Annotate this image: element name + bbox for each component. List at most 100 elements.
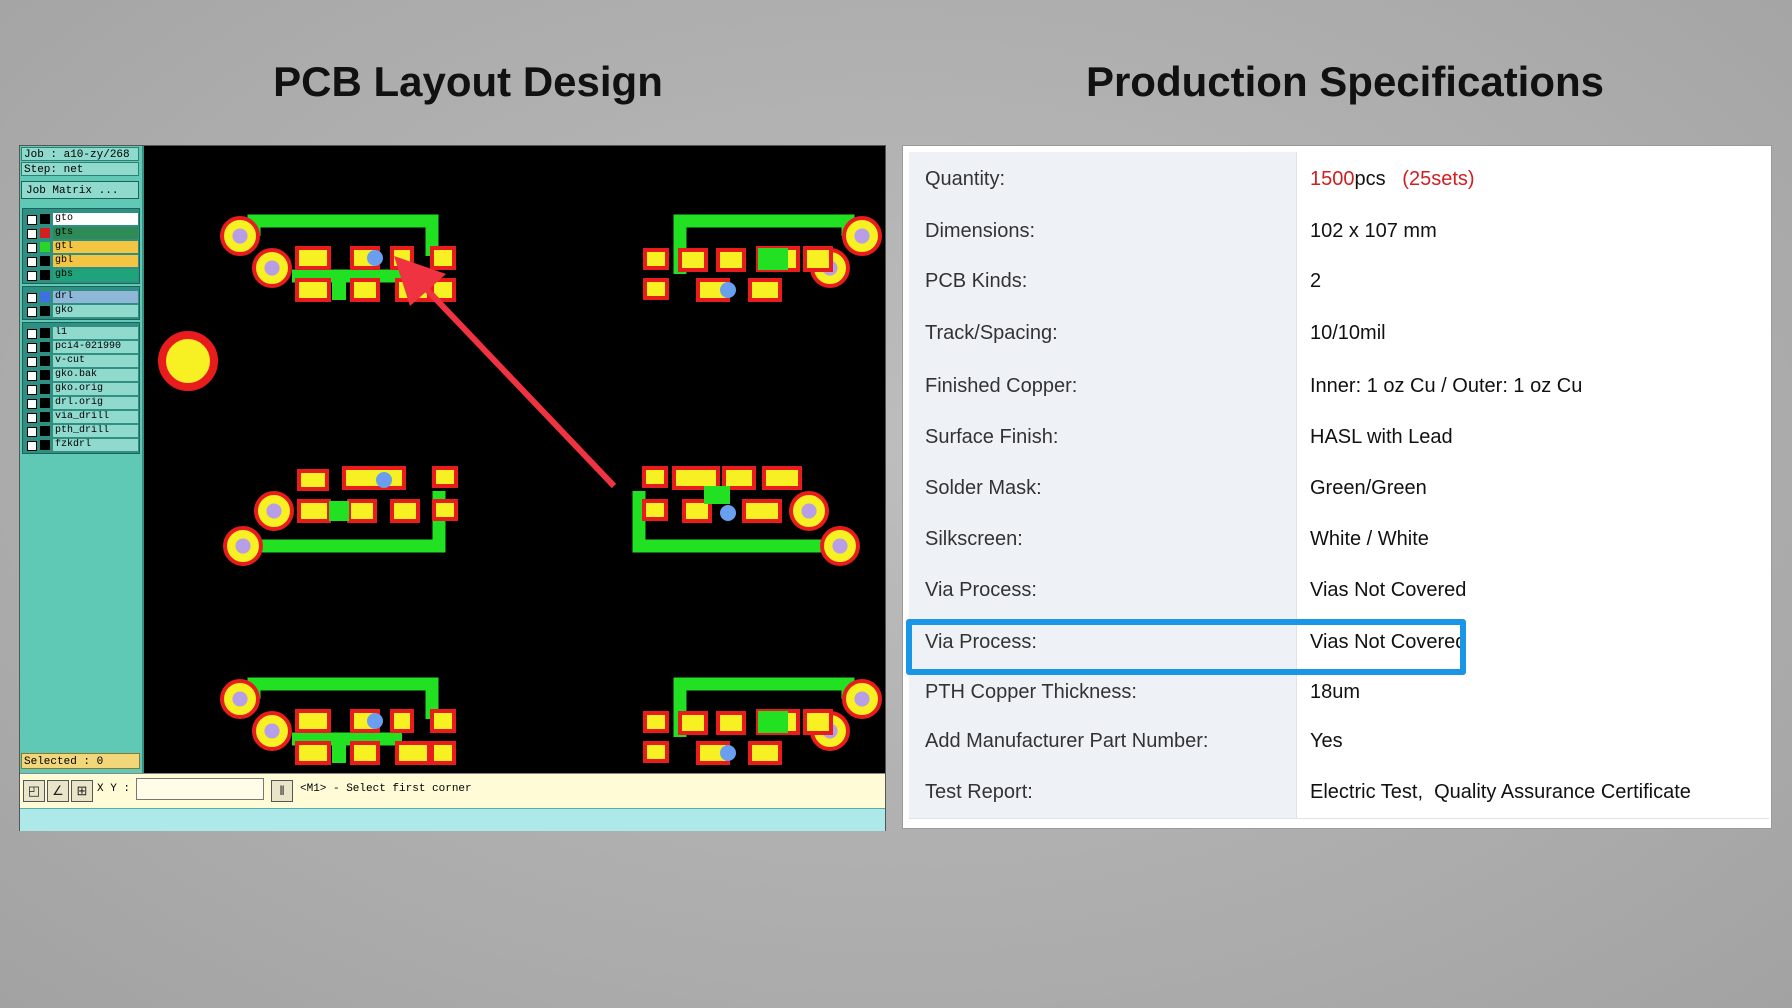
xy-input[interactable] xyxy=(136,778,264,800)
pcb-pad xyxy=(295,246,331,270)
layer-checkbox[interactable] xyxy=(27,441,37,451)
spec-label: Track/Spacing: xyxy=(909,306,1297,360)
spec-value: Vias Not Covered xyxy=(1297,564,1769,616)
layer-color-swatch xyxy=(40,214,50,224)
grid-icon[interactable]: ⊞ xyxy=(71,780,93,802)
layer-checkbox[interactable] xyxy=(27,229,37,239)
spec-row: PTH Copper Thickness: 18um xyxy=(909,668,1769,717)
layer-checkbox[interactable] xyxy=(27,357,37,367)
spec-row: Add Manufacturer Part Number: Yes xyxy=(909,716,1769,767)
pcb-via xyxy=(720,282,736,298)
pcb-pad xyxy=(722,466,756,490)
pcb-pad xyxy=(432,466,458,488)
pcb-drill-hole xyxy=(801,503,817,519)
pcb-drill-hole xyxy=(232,691,248,707)
pcb-pad xyxy=(430,246,456,270)
xy-label: X Y : xyxy=(97,783,131,795)
quantity-text: pcs xyxy=(1354,167,1403,190)
spec-value: HASL with Lead xyxy=(1297,412,1769,462)
layer-row-gts[interactable]: gts xyxy=(23,226,139,240)
layer-color-swatch xyxy=(40,440,50,450)
spec-label: Add Manufacturer Part Number: xyxy=(909,716,1297,766)
quantity-highlight-text: 1500 xyxy=(1310,167,1355,190)
spec-value: 102 x 107 mm xyxy=(1297,206,1769,256)
cad-status-bar: ◰ ∠ ⊞ X Y : ‖ <M1> - Select first corner xyxy=(20,773,885,808)
layer-row-gto[interactable]: gto xyxy=(23,212,139,226)
measure-icon[interactable]: ∠ xyxy=(47,780,69,802)
layer-checkbox[interactable] xyxy=(27,329,37,339)
spec-value: Electric Test, Quality Assurance Certifi… xyxy=(1297,766,1769,818)
spec-label: Test Report: xyxy=(909,766,1297,818)
layer-name: gbl xyxy=(53,255,138,267)
pcb-canvas[interactable] xyxy=(144,146,884,773)
layer-row-gko[interactable]: gko xyxy=(23,304,139,318)
pcb-pad xyxy=(432,499,458,521)
layer-checkbox[interactable] xyxy=(27,293,37,303)
pcb-pad xyxy=(642,499,668,521)
layer-checkbox[interactable] xyxy=(27,371,37,381)
spec-label: Solder Mask: xyxy=(909,462,1297,514)
layer-checkbox[interactable] xyxy=(27,243,37,253)
pcb-pad xyxy=(395,741,431,765)
layer-checkbox[interactable] xyxy=(27,385,37,395)
layer-color-swatch xyxy=(40,384,50,394)
spec-value: Inner: 1 oz Cu / Outer: 1 oz Cu xyxy=(1297,360,1769,412)
pcb-pad xyxy=(716,248,746,272)
layer-row-l1[interactable]: l1 xyxy=(23,326,139,340)
pcb-pad xyxy=(672,466,720,490)
layer-color-swatch xyxy=(40,398,50,408)
layer-row-drl-orig[interactable]: drl.orig xyxy=(23,396,139,410)
pcb-pad xyxy=(742,499,782,523)
pcb-drill-hole xyxy=(235,538,251,554)
cad-bottom-bar xyxy=(20,808,885,831)
layer-row-gko-bak[interactable]: gko.bak xyxy=(23,368,139,382)
layer-row-gko-orig[interactable]: gko.orig xyxy=(23,382,139,396)
spec-value: Yes xyxy=(1297,716,1769,766)
layer-name: v-cut xyxy=(53,355,138,367)
layer-color-swatch xyxy=(40,242,50,252)
layer-name: pci4-021990 xyxy=(53,341,138,353)
layer-row-gbs[interactable]: gbs xyxy=(23,268,139,282)
pause-icon[interactable]: ‖ xyxy=(271,780,293,802)
layer-row-via-drill[interactable]: via_drill xyxy=(23,410,139,424)
select-icon[interactable]: ◰ xyxy=(23,780,45,802)
layer-name: gbs xyxy=(53,269,138,281)
layer-row-fzkdrl[interactable]: fzkdrl xyxy=(23,438,139,452)
layer-row-gtl[interactable]: gtl xyxy=(23,240,139,254)
layer-checkbox[interactable] xyxy=(27,215,37,225)
layer-color-swatch xyxy=(40,256,50,266)
pcb-pad xyxy=(762,466,802,490)
layer-name: pth_drill xyxy=(53,425,138,437)
spec-label: Silkscreen: xyxy=(909,514,1297,564)
pcb-pad xyxy=(803,246,833,272)
pcb-pad xyxy=(342,466,406,490)
pcb-pad xyxy=(295,709,331,733)
layer-row-gbl[interactable]: gbl xyxy=(23,254,139,268)
layer-checkbox[interactable] xyxy=(27,427,37,437)
spec-label: Quantity: xyxy=(909,152,1297,206)
layer-row-drl[interactable]: drl xyxy=(23,290,139,304)
layer-checkbox[interactable] xyxy=(27,271,37,281)
layer-row-pth-drill[interactable]: pth_drill xyxy=(23,424,139,438)
layer-color-swatch xyxy=(40,306,50,316)
layer-checkbox[interactable] xyxy=(27,399,37,409)
job-matrix-button[interactable]: Job Matrix ... xyxy=(21,181,139,199)
pcb-pad xyxy=(678,711,708,735)
pcb-drill-hole xyxy=(854,691,870,707)
spec-table: Quantity: 1500 pcs (25sets) Dimensions: 102 … xyxy=(902,145,1772,829)
spec-label: Via Process: xyxy=(909,564,1297,616)
layer-name: gko.bak xyxy=(53,369,138,381)
pcb-pad xyxy=(350,741,380,765)
layer-color-swatch xyxy=(40,228,50,238)
via-process-highlight xyxy=(906,619,1466,675)
layer-checkbox[interactable] xyxy=(27,343,37,353)
layer-row-v-cut[interactable]: v-cut xyxy=(23,354,139,368)
layer-row-pci4-021990[interactable]: pci4-021990 xyxy=(23,340,139,354)
layer-checkbox[interactable] xyxy=(27,257,37,267)
layer-checkbox[interactable] xyxy=(27,413,37,423)
layer-checkbox[interactable] xyxy=(27,307,37,317)
step-label: Step: net xyxy=(21,162,139,176)
pcb-cad-window: Job : a10-zy/268 Step: net Job Matrix ..… xyxy=(19,145,886,831)
layer-color-swatch xyxy=(40,356,50,366)
pcb-trace-segment xyxy=(758,248,788,270)
